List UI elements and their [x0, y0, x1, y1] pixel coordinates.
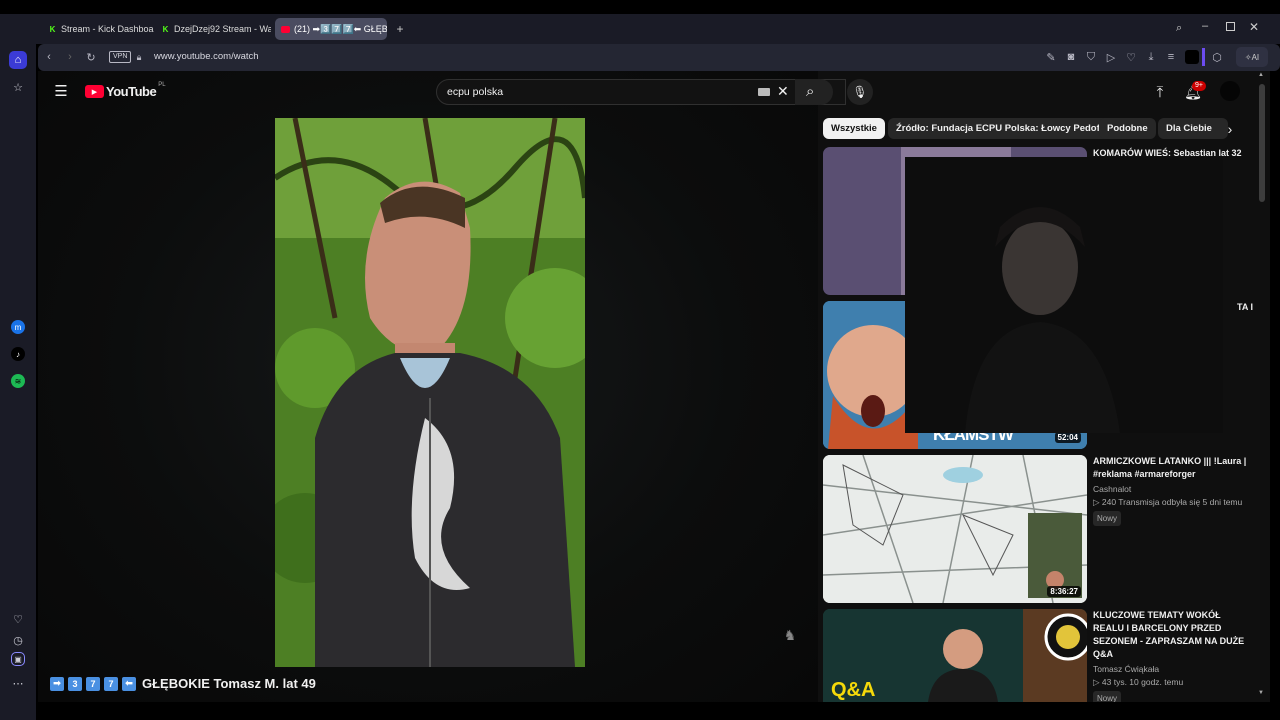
tab-dzejdzej-stream[interactable]: K DzejDzej92 Stream - Watc — [155, 18, 271, 40]
bookmarks-star-icon[interactable]: ☆ — [9, 78, 27, 96]
chip-source[interactable]: Źródło: Fundacja ECPU Polska: Łowcy Pedo… — [888, 118, 1116, 139]
new-badge: Nowy — [1093, 691, 1122, 702]
keyboard-icon[interactable] — [758, 88, 770, 96]
history-clock-icon[interactable]: ◷ — [9, 631, 27, 649]
tab-label: Stream - Kick Dashboard — [61, 24, 154, 34]
profile-icon[interactable] — [1185, 50, 1199, 64]
recommendation-title[interactable]: ARMICZKOWE LATANKO ||| !Laura | #reklama… — [1093, 455, 1253, 481]
thumbnail-caption: Q&A — [831, 679, 876, 701]
new-badge: Nowy — [1093, 511, 1122, 526]
scrollbar-thumb[interactable] — [1259, 84, 1265, 202]
region-code: PL — [158, 81, 166, 88]
close-window-icon[interactable]: ✕ — [1249, 20, 1259, 34]
tab-strip: K Stream - Kick Dashboard K DzejDzej92 S… — [0, 14, 1280, 44]
stream-webcam-overlay — [905, 157, 1223, 433]
chip-for-you[interactable]: Dla Ciebie — [1158, 118, 1228, 139]
address-bar: ‹ › ↻ VPN 🔒︎ www.youtube.com/watch ✎ ◙ ⛉… — [38, 44, 1280, 71]
recommendation-stats: ▷ 43 tys. 10 godz. temu — [1093, 677, 1184, 687]
clear-search-icon[interactable]: ✕ — [777, 83, 789, 100]
youtube-icon — [281, 24, 290, 34]
youtube-logo[interactable]: ▶ YouTube PL — [85, 81, 166, 99]
window-top-edge — [0, 0, 1280, 14]
lock-icon[interactable]: 🔒︎ — [132, 50, 146, 64]
video-player[interactable] — [275, 118, 585, 667]
recommendation-title[interactable]: KLUCZOWE TEMATY WOKÓŁ REALU I BARCELONY … — [1093, 609, 1253, 661]
messenger-icon[interactable]: m — [11, 320, 25, 334]
video-title-text: GŁĘBOKIE Tomasz M. lat 49 — [142, 676, 316, 691]
shield-icon[interactable]: ⛉ — [1084, 50, 1098, 64]
extension-cube-icon[interactable]: ⬡ — [1210, 50, 1224, 64]
title-emoji-arrow-right: ➡ — [50, 676, 64, 691]
recommendation-stats: ▷ 240 Transmisja odbyła się 5 dni temu — [1093, 497, 1243, 507]
recommendation-meta: KLUCZOWE TEMATY WOKÓŁ REALU I BARCELONY … — [1093, 609, 1253, 702]
search-input[interactable]: ecpu polska ✕ — [436, 79, 846, 105]
title-emoji-digit: 7 — [86, 676, 100, 691]
aria-ai-button[interactable]: ✧ AI — [1236, 47, 1268, 67]
search-button[interactable]: ⌕ — [795, 79, 833, 105]
tab-search-icon[interactable]: ⌕ — [1176, 22, 1182, 35]
recommendation-meta: ARMICZKOWE LATANKO ||| !Laura | #reklama… — [1093, 455, 1253, 526]
chip-related[interactable]: Podobne — [1099, 118, 1156, 139]
heart-icon[interactable]: ♡ — [9, 610, 27, 628]
duration-badge: 52:04 — [1054, 432, 1081, 443]
tab-label: (21) ➡3️⃣7️⃣7️⃣⬅ GŁĘBO — [294, 23, 387, 34]
play-icon[interactable]: ▷ — [1104, 50, 1118, 64]
edit-icon[interactable]: ✎ — [1044, 50, 1058, 64]
title-emoji-arrow-left: ⬅ — [122, 676, 136, 691]
search-value: ecpu polska — [447, 86, 504, 98]
duration-badge: 8:36:27 — [1047, 586, 1081, 597]
create-upload-icon[interactable]: ⤒ — [1151, 83, 1169, 101]
ai-label: AI — [1251, 52, 1260, 62]
title-emoji-digit: 7 — [104, 676, 118, 691]
maximize-icon[interactable] — [1226, 22, 1235, 31]
home-icon[interactable]: ⌂ — [9, 51, 27, 69]
minimize-icon[interactable]: – — [1202, 20, 1208, 32]
hamburger-menu-icon[interactable]: ☰ — [52, 83, 70, 100]
vpn-badge[interactable]: VPN — [109, 51, 132, 63]
channel-watermark-icon[interactable]: ♞ — [779, 627, 801, 647]
youtube-page: ☰ ▶ YouTube PL ecpu polska ✕ ⌕ 🎙︎ ⤒ 🔔︎ 9… — [38, 71, 1270, 702]
recommendation-thumbnail[interactable]: Q&A — [823, 609, 1087, 702]
download-icon[interactable]: ⤓ — [1144, 50, 1158, 64]
kick-icon: K — [162, 24, 169, 34]
recommendation-thumbnail[interactable]: 8:36:27 — [823, 455, 1087, 603]
camera-icon[interactable]: ◙ — [1064, 50, 1078, 64]
back-icon[interactable]: ‹ — [42, 50, 56, 64]
youtube-play-icon: ▶ — [85, 85, 104, 98]
tab-label: DzejDzej92 Stream - Watc — [174, 24, 271, 34]
chevron-right-icon[interactable]: › — [1222, 120, 1238, 138]
notification-count-badge: 9+ — [1192, 81, 1206, 91]
new-tab-plus-icon[interactable]: + — [394, 23, 406, 35]
scroll-up-arrow-icon[interactable]: ▲ — [1258, 72, 1264, 78]
webcam-person — [905, 157, 1223, 433]
title-emoji-digit: 3 — [68, 676, 82, 691]
ai-sparkle-icon: ✧ — [1244, 52, 1252, 62]
spotify-icon[interactable]: ≋ — [11, 374, 25, 388]
search-icon: ⌕ — [806, 83, 815, 100]
accent-divider — [1202, 48, 1205, 66]
tab-youtube-active[interactable]: (21) ➡3️⃣7️⃣7️⃣⬅ GŁĘBO — [275, 18, 387, 40]
video-title: ➡ 3 7 7 ⬅ GŁĘBOKIE Tomasz M. lat 49 — [50, 676, 316, 691]
voice-search-mic-icon[interactable]: 🎙︎ — [847, 79, 873, 105]
tab-kick-dashboard[interactable]: K Stream - Kick Dashboard — [42, 18, 154, 40]
reload-icon[interactable]: ↻ — [84, 50, 98, 64]
chip-all[interactable]: Wszystkie — [823, 118, 885, 139]
tiktok-icon[interactable]: ♪ — [11, 347, 25, 361]
kick-icon: K — [49, 24, 56, 34]
more-dots-icon[interactable]: ⋯ — [9, 674, 27, 692]
forward-icon[interactable]: › — [63, 50, 77, 64]
url-field[interactable]: www.youtube.com/watch — [154, 51, 259, 62]
recommendation-channel[interactable]: Cashnalot — [1093, 483, 1253, 496]
thumbnail-map — [823, 455, 1087, 603]
recommendation-channel[interactable]: Tomasz Ćwiąkała — [1093, 663, 1253, 676]
browser-sidebar: O ⌂ ☆ m ♪ ≋ ♡ ◷ ▣ ⋯ — [0, 14, 36, 720]
extensions-box-icon[interactable]: ▣ — [11, 652, 25, 666]
scroll-down-arrow-icon[interactable]: ▼ — [1258, 690, 1264, 696]
account-avatar[interactable] — [1220, 81, 1240, 101]
video-frame — [275, 118, 585, 667]
logo-text: YouTube — [106, 84, 157, 99]
heart-outline-icon[interactable]: ♡ — [1124, 50, 1138, 64]
menu-lines-icon[interactable]: ≡ — [1164, 50, 1178, 64]
